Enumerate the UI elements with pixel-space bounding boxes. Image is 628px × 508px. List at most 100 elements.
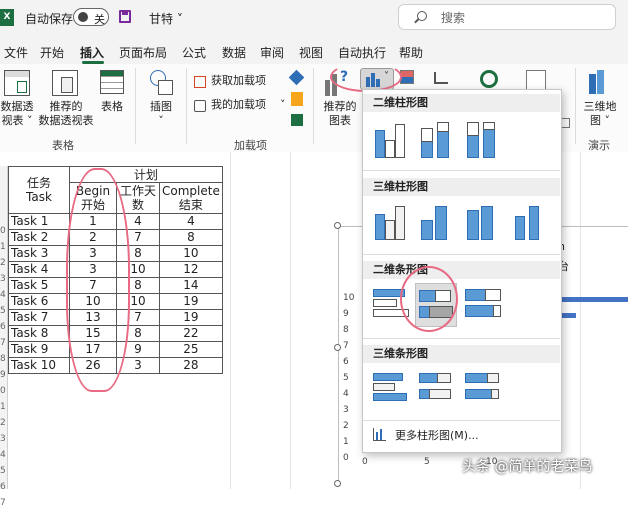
task-name-cell[interactable]: Task 2 xyxy=(8,229,70,246)
task-name-cell[interactable]: Task 9 xyxy=(8,341,70,358)
complete-cell[interactable]: 4 xyxy=(159,213,223,230)
waterfall-chart-icon[interactable] xyxy=(434,72,448,84)
divider xyxy=(363,170,560,171)
pivot-table-button[interactable]: 数据透 视表 ˅ xyxy=(0,100,34,128)
tab-help[interactable]: 帮助 xyxy=(399,44,423,61)
3d-100-stacked-column-option[interactable] xyxy=(461,200,503,244)
complete-cell[interactable]: 25 xyxy=(159,341,223,358)
complete-cell[interactable]: 10 xyxy=(159,245,223,262)
task-name-cell[interactable]: Task 1 xyxy=(8,213,70,230)
3d-100-stacked-bar-option[interactable] xyxy=(461,367,503,411)
row-number[interactable]: 9 xyxy=(0,370,6,380)
3d-stacked-bar-option[interactable] xyxy=(415,367,457,411)
search-input[interactable]: 搜索 xyxy=(398,4,616,30)
get-addins-button[interactable]: 获取加载项 xyxy=(211,74,266,88)
100-stacked-bar-chart-option[interactable] xyxy=(461,283,503,327)
recommended-charts-button[interactable]: 推荐的 图表 xyxy=(320,100,360,128)
tab-file[interactable]: 文件 xyxy=(4,44,28,61)
row-number[interactable]: 5 xyxy=(0,306,6,316)
complete-cell[interactable]: 8 xyxy=(159,229,223,246)
task-name-cell[interactable]: Task 10 xyxy=(8,357,70,374)
row-number[interactable]: 0 xyxy=(0,386,6,396)
section-2d-bar: 二维条形图 xyxy=(363,261,560,279)
chart-resize-handle[interactable] xyxy=(334,344,341,351)
task-name-cell[interactable]: Task 7 xyxy=(8,309,70,326)
header-complete[interactable]: Complete 结束 xyxy=(159,182,223,214)
complete-cell[interactable]: 19 xyxy=(159,293,223,310)
document-title[interactable]: 甘特 ˅ xyxy=(149,10,183,27)
complete-cell[interactable]: 12 xyxy=(159,261,223,278)
recommended-pivot-icon xyxy=(52,70,78,96)
y-tick-label: 8 xyxy=(343,325,349,335)
tab-review[interactable]: 审阅 xyxy=(260,44,284,61)
gantt-bar[interactable] xyxy=(558,297,628,302)
task-name-cell[interactable]: Task 4 xyxy=(8,261,70,278)
100-stacked-column-chart-option[interactable] xyxy=(461,116,503,160)
recommended-charts-label-1: 推荐的 xyxy=(323,100,357,113)
people-graph-icon[interactable] xyxy=(291,114,303,126)
recommended-pivot-button[interactable]: 推荐的 数据透视表 xyxy=(38,100,94,128)
row-number[interactable]: 4 xyxy=(0,450,6,460)
visio-icon[interactable] xyxy=(288,69,305,86)
row-number[interactable]: 2 xyxy=(0,258,6,268)
task-name-cell[interactable]: Task 3 xyxy=(8,245,70,262)
tab-view[interactable]: 视图 xyxy=(299,44,323,61)
clustered-column-chart-option[interactable] xyxy=(369,116,411,160)
ribbon-separator xyxy=(575,68,576,144)
pivot-chart-icon[interactable] xyxy=(526,70,546,90)
tab-data[interactable]: 数据 xyxy=(222,44,246,61)
chart-resize-handle[interactable] xyxy=(334,480,341,487)
header-task[interactable]: 任务 Task xyxy=(8,166,70,214)
tab-insert[interactable]: 插入 xyxy=(80,44,104,61)
hierarchy-chart-icon[interactable] xyxy=(400,70,414,84)
illustrations-icon xyxy=(150,70,173,95)
row-number[interactable]: 6 xyxy=(0,322,6,332)
table-button[interactable]: 表格 xyxy=(98,100,126,114)
row-number[interactable]: 1 xyxy=(0,242,6,252)
row-number[interactable]: 6 xyxy=(0,482,6,492)
complete-cell[interactable]: 28 xyxy=(159,357,223,374)
task-name-cell[interactable]: Task 5 xyxy=(8,277,70,294)
autosave-label: 自动保存 xyxy=(25,12,74,26)
row-number[interactable]: 7 xyxy=(0,338,6,348)
row-number[interactable]: 2 xyxy=(0,418,6,428)
row-number[interactable]: 8 xyxy=(0,354,6,364)
stacked-column-chart-option[interactable] xyxy=(415,116,457,160)
row-number[interactable]: 7 xyxy=(0,498,6,508)
3d-stacked-column-option[interactable] xyxy=(415,200,457,244)
3d-map-button[interactable]: 三维地 图 ˅ xyxy=(580,100,620,128)
autosave-toggle[interactable]: 关 xyxy=(73,8,109,26)
pie-chart-icon[interactable] xyxy=(480,70,498,88)
complete-cell[interactable]: 14 xyxy=(159,277,223,294)
row-number[interactable]: 4 xyxy=(0,290,6,300)
y-tick-label: 3 xyxy=(343,405,349,415)
complete-cell[interactable]: 19 xyxy=(159,309,223,326)
y-tick-label: 2 xyxy=(343,421,349,431)
my-addins-button[interactable]: 我的加载项 ˅ xyxy=(211,98,286,112)
illustrations-button[interactable]: 插图 ˅ xyxy=(144,100,178,128)
bing-maps-icon[interactable] xyxy=(291,92,303,106)
tab-home[interactable]: 开始 xyxy=(40,44,64,61)
row-number[interactable]: 0 xyxy=(0,226,6,236)
3d-clustered-column-option[interactable] xyxy=(369,200,411,244)
task-name-cell[interactable]: Task 8 xyxy=(8,325,70,342)
tab-page-layout[interactable]: 页面布局 xyxy=(119,44,167,61)
3d-map-label-2: 图 ˅ xyxy=(590,114,610,127)
my-addins-label: 我的加载项 xyxy=(211,98,266,111)
3d-column-option[interactable] xyxy=(507,200,549,244)
tab-automate[interactable]: 自动执行 xyxy=(338,44,386,61)
section-3d-bar: 三维条形图 xyxy=(363,345,560,363)
3d-clustered-bar-option[interactable] xyxy=(369,367,411,411)
save-icon[interactable] xyxy=(119,10,131,23)
task-name-cell[interactable]: Task 6 xyxy=(8,293,70,310)
row-number[interactable]: 3 xyxy=(0,434,6,444)
chart-resize-handle[interactable] xyxy=(334,222,341,229)
complete-cell[interactable]: 22 xyxy=(159,325,223,342)
search-icon xyxy=(417,11,427,21)
row-number[interactable]: 3 xyxy=(0,274,6,284)
row-number[interactable]: 1 xyxy=(0,402,6,412)
row-number[interactable]: 5 xyxy=(0,466,6,476)
more-column-charts-link[interactable]: 更多柱形图(M)... xyxy=(395,427,479,443)
tab-formulas[interactable]: 公式 xyxy=(182,44,206,61)
document-title-text: 甘特 xyxy=(149,12,174,26)
